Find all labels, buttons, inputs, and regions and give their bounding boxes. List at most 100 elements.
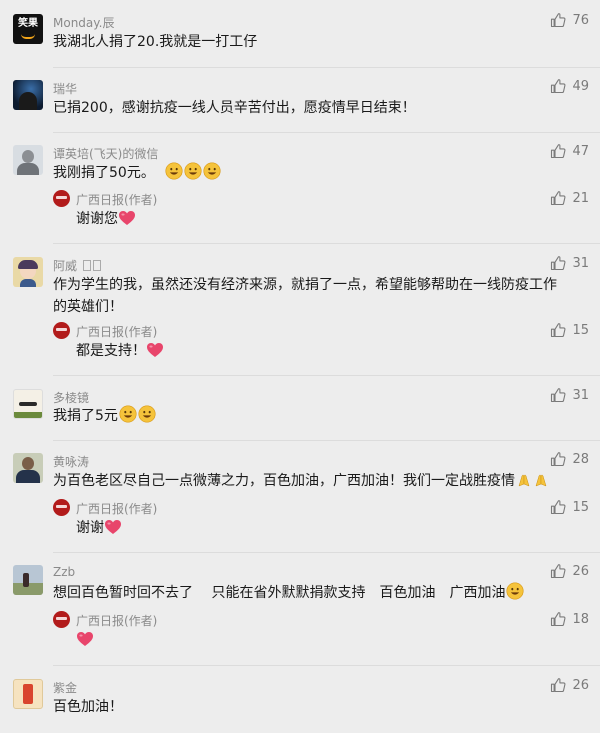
comment-text: 百色加油！ — [53, 699, 123, 715]
commenter-name[interactable]: 谭英培(飞天)的微信 — [53, 145, 158, 162]
like-count: 21 — [572, 190, 589, 206]
heart-emoji — [104, 519, 122, 535]
pray-emoji — [533, 472, 549, 488]
like-button[interactable]: 47 — [550, 143, 589, 159]
like-count: 26 — [572, 677, 589, 693]
comment-text-content: 我捐了5元 — [53, 408, 118, 424]
smile-emoji — [165, 162, 183, 180]
avatar[interactable] — [13, 257, 43, 287]
like-count: 28 — [572, 451, 589, 467]
author-reply-content: 谢谢 — [76, 520, 104, 536]
commenter-name-text: 阿威 — [53, 259, 78, 273]
smile-emoji — [184, 162, 202, 180]
thumbs-up-icon — [550, 563, 566, 579]
divider — [53, 243, 600, 244]
heart-emoji — [146, 342, 164, 358]
comment-text: 我刚捐了50元。 — [53, 162, 583, 184]
thumbs-up-icon — [550, 255, 566, 271]
smile-emoji — [138, 405, 156, 423]
commenter-name[interactable]: Zzb — [53, 565, 75, 579]
commenter-name[interactable]: Monday.辰 — [53, 14, 114, 31]
smile-emoji — [203, 162, 221, 180]
author-reply-name: 广西日报(作者) — [76, 614, 158, 628]
commenter-name[interactable]: 阿威 — [53, 257, 101, 274]
divider — [53, 132, 600, 133]
avatar[interactable] — [13, 565, 43, 595]
avatar[interactable]: 笑果 — [13, 14, 43, 44]
like-count: 31 — [572, 255, 589, 271]
author-reply-name: 广西日报(作者) — [76, 325, 158, 339]
comment-text: 我捐了5元 — [53, 405, 583, 427]
author-avatar[interactable] — [53, 611, 70, 628]
like-count: 26 — [572, 563, 589, 579]
author-reply-text: 都是支持！ — [76, 341, 164, 361]
like-button[interactable]: 26 — [550, 563, 589, 579]
avatar[interactable] — [13, 679, 43, 709]
heart-emoji — [118, 210, 136, 226]
like-button[interactable]: 49 — [550, 78, 589, 94]
like-button[interactable]: 26 — [550, 677, 589, 693]
divider — [53, 440, 600, 441]
author-reply-text: 谢谢 — [76, 518, 122, 538]
like-button[interactable]: 15 — [550, 322, 589, 338]
like-button[interactable]: 76 — [550, 12, 589, 28]
like-button[interactable]: 31 — [550, 387, 589, 403]
smile-emoji — [506, 582, 524, 600]
like-button[interactable]: 21 — [550, 190, 589, 206]
like-count: 15 — [572, 499, 589, 515]
badge-icon — [92, 260, 101, 271]
avatar-logo-text: 笑果 — [18, 18, 38, 29]
commenter-name[interactable]: 多棱镜 — [53, 389, 89, 406]
comment-text: 已捐200，感谢抗疫一线人员辛苦付出，愿疫情早日结束！ — [53, 100, 416, 116]
thumbs-up-icon — [550, 78, 566, 94]
author-reply-text: 谢谢您 — [76, 209, 136, 229]
thumbs-up-icon — [550, 611, 566, 627]
thumbs-up-icon — [550, 499, 566, 515]
author-reply-content: 都是支持！ — [76, 343, 146, 359]
like-count: 47 — [572, 143, 589, 159]
avatar[interactable] — [13, 80, 43, 110]
thumbs-up-icon — [550, 143, 566, 159]
like-button[interactable]: 31 — [550, 255, 589, 271]
commenter-name[interactable]: 黄咏涛 — [53, 453, 89, 470]
commenter-name[interactable]: 紫金 — [53, 679, 77, 696]
thumbs-up-icon — [550, 322, 566, 338]
commenter-name[interactable]: 瑞华 — [53, 80, 77, 97]
comment-text-content: 为百色老区尽自己一点微薄之力，百色加油，广西加油！我们一定战胜疫情 — [53, 473, 515, 489]
divider — [53, 375, 600, 376]
divider — [53, 552, 600, 553]
smile-emoji — [119, 405, 137, 423]
like-button[interactable]: 15 — [550, 499, 589, 515]
like-button[interactable]: 28 — [550, 451, 589, 467]
avatar[interactable] — [13, 145, 43, 175]
thumbs-up-icon — [550, 190, 566, 206]
author-avatar[interactable] — [53, 322, 70, 339]
comment-text-content: 想回百色暂时回不去了 只能在省外默默捐款支持 百色加油 广西加油 — [53, 585, 506, 601]
author-reply-content: 谢谢您 — [76, 211, 118, 227]
author-avatar[interactable] — [53, 499, 70, 516]
like-count: 18 — [572, 611, 589, 627]
like-button[interactable]: 18 — [550, 611, 589, 627]
like-count: 49 — [572, 78, 589, 94]
comment-text: 为百色老区尽自己一点微薄之力，百色加油，广西加油！我们一定战胜疫情 — [53, 470, 583, 492]
like-count: 76 — [572, 12, 589, 28]
like-count: 31 — [572, 387, 589, 403]
author-reply-text — [76, 630, 94, 650]
thumbs-up-icon — [550, 677, 566, 693]
comment-text: 想回百色暂时回不去了 只能在省外默默捐款支持 百色加油 广西加油 — [53, 582, 583, 604]
thumbs-up-icon — [550, 451, 566, 467]
comment-text-content: 我刚捐了50元。 — [53, 165, 155, 181]
author-reply-name: 广西日报(作者) — [76, 502, 158, 516]
divider — [53, 665, 600, 666]
divider — [53, 67, 600, 68]
comment-text-line: 作为学生的我，虽然还没有经济来源，就捐了一点，希望能够帮助在一线防疫工作 — [53, 277, 557, 293]
avatar[interactable] — [13, 389, 43, 419]
like-count: 15 — [572, 322, 589, 338]
thumbs-up-icon — [550, 387, 566, 403]
heart-emoji — [76, 631, 94, 647]
badge-icon — [82, 260, 91, 271]
avatar[interactable] — [13, 453, 43, 483]
comment-text: 作为学生的我，虽然还没有经济来源，就捐了一点，希望能够帮助在一线防疫工作 的英雄… — [53, 274, 583, 318]
comment-text-line: 的英雄们！ — [53, 299, 123, 315]
author-avatar[interactable] — [53, 190, 70, 207]
